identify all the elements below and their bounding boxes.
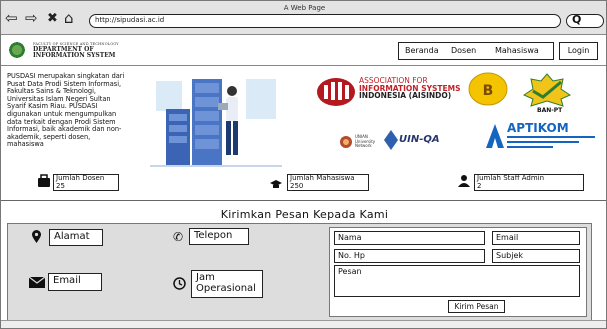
main-nav: Beranda Dosen Mahasiswa — [398, 42, 554, 60]
login-button[interactable]: Login — [559, 42, 598, 60]
stat-dosen-label: Jumlah Dosen — [56, 174, 105, 182]
email-button[interactable]: Email — [48, 273, 102, 291]
unian-line3: Network — [355, 143, 372, 148]
aptikom-subtitle-bar3 — [507, 146, 553, 148]
unian-text: UNIAN University Network — [355, 134, 375, 149]
browser-window: A Web Page ⇦ ⇨ ✖ ⌂ http://sipudasi.ac.id… — [0, 0, 607, 329]
department-name: DEPARTMENT OF INFORMATION SYSTEM — [33, 47, 115, 59]
no-hp-input[interactable]: No. Hp — [334, 249, 485, 263]
user-icon — [458, 175, 470, 187]
nav-beranda[interactable]: Beranda — [405, 46, 439, 55]
stat-admin-value: 2 — [477, 181, 482, 190]
pesan-textarea[interactable]: Pesan — [334, 265, 580, 297]
aptikom-subtitle-bar — [507, 136, 595, 138]
ban-pt-logo-icon: B — [468, 72, 508, 106]
mail-icon — [29, 277, 45, 288]
stat-admin-label: Jumlah Staff Admin — [477, 174, 545, 182]
alamat-button[interactable]: Alamat — [49, 229, 103, 246]
browser-titlebar: A Web Page ⇦ ⇨ ✖ ⌂ http://sipudasi.ac.id… — [1, 1, 606, 35]
server-illustration — [150, 79, 282, 167]
aisindo-line3: INDONESIA (AISINDO) — [359, 91, 452, 100]
nav-dosen[interactable]: Dosen — [451, 46, 476, 55]
aptikom-logo-icon — [486, 124, 504, 148]
aisindo-text: ASSOCIATION FOR INFORMATION SYSTEMS INDO… — [359, 77, 461, 100]
stat-mahasiswa: Jumlah Mahasiswa 250 — [287, 174, 369, 191]
stat-dosen: Jumlah Dosen 25 — [53, 174, 119, 191]
subjek-input[interactable]: Subjek — [492, 249, 580, 263]
ban-pt-label: BAN-PT — [537, 107, 563, 114]
site-header: FACULTY OF SCIENCE AND TECHNOLOGY DEPART… — [1, 36, 606, 66]
aisindo-logo-icon — [317, 78, 355, 106]
stat-mahasiswa-value: 250 — [290, 181, 304, 190]
section-divider — [1, 200, 606, 201]
partner-logos: ASSOCIATION FOR INFORMATION SYSTEMS INDO… — [311, 69, 601, 169]
email-input[interactable]: Email — [492, 231, 580, 245]
phone-icon: ✆ — [173, 230, 184, 244]
window-title: A Web Page — [283, 4, 326, 12]
aptikom-text: APTIKOM — [507, 121, 569, 135]
ban-grade: B — [483, 83, 494, 99]
telepon-button[interactable]: Telepon — [189, 228, 249, 245]
uinqa-text: UIN-QA — [399, 134, 440, 145]
nav-mahasiswa[interactable]: Mahasiswa — [495, 46, 539, 55]
clock-icon — [173, 277, 186, 290]
department-line2: INFORMATION SYSTEM — [33, 52, 116, 59]
kirim-pesan-button[interactable]: Kirim Pesan — [448, 300, 505, 313]
map-pin-icon — [32, 230, 41, 243]
back-arrow-icon[interactable]: ⇦ — [5, 11, 18, 26]
unian-logo-icon — [340, 136, 352, 148]
stat-dosen-value: 25 — [56, 181, 65, 190]
university-logo-icon — [7, 40, 27, 60]
home-icon[interactable]: ⌂ — [64, 11, 74, 26]
url-text: http://sipudasi.ac.id — [95, 16, 165, 24]
aptikom-subtitle-bar2 — [507, 141, 579, 143]
search-button[interactable]: Q — [566, 13, 604, 28]
hero-description: PUSDASI merupakan singkatan dari Pusat D… — [7, 72, 125, 149]
briefcase-icon — [38, 174, 50, 187]
bottom-scrollbar[interactable] — [1, 320, 606, 328]
stat-admin: Jumlah Staff Admin 2 — [474, 174, 584, 191]
address-bar[interactable]: http://sipudasi.ac.id — [89, 14, 561, 28]
ban-pt-seal-icon — [523, 73, 571, 107]
forward-arrow-icon[interactable]: ⇨ — [25, 11, 38, 26]
jam-operasional-button[interactable]: Jam Operasional — [191, 270, 263, 298]
search-icon: Q — [572, 13, 582, 26]
nama-input[interactable]: Nama — [334, 231, 485, 245]
uinqa-logo-icon — [384, 130, 398, 150]
contact-title: Kirimkan Pesan Kepada Kami — [220, 208, 389, 221]
graduation-cap-icon — [270, 180, 282, 188]
close-icon[interactable]: ✖ — [47, 11, 58, 26]
